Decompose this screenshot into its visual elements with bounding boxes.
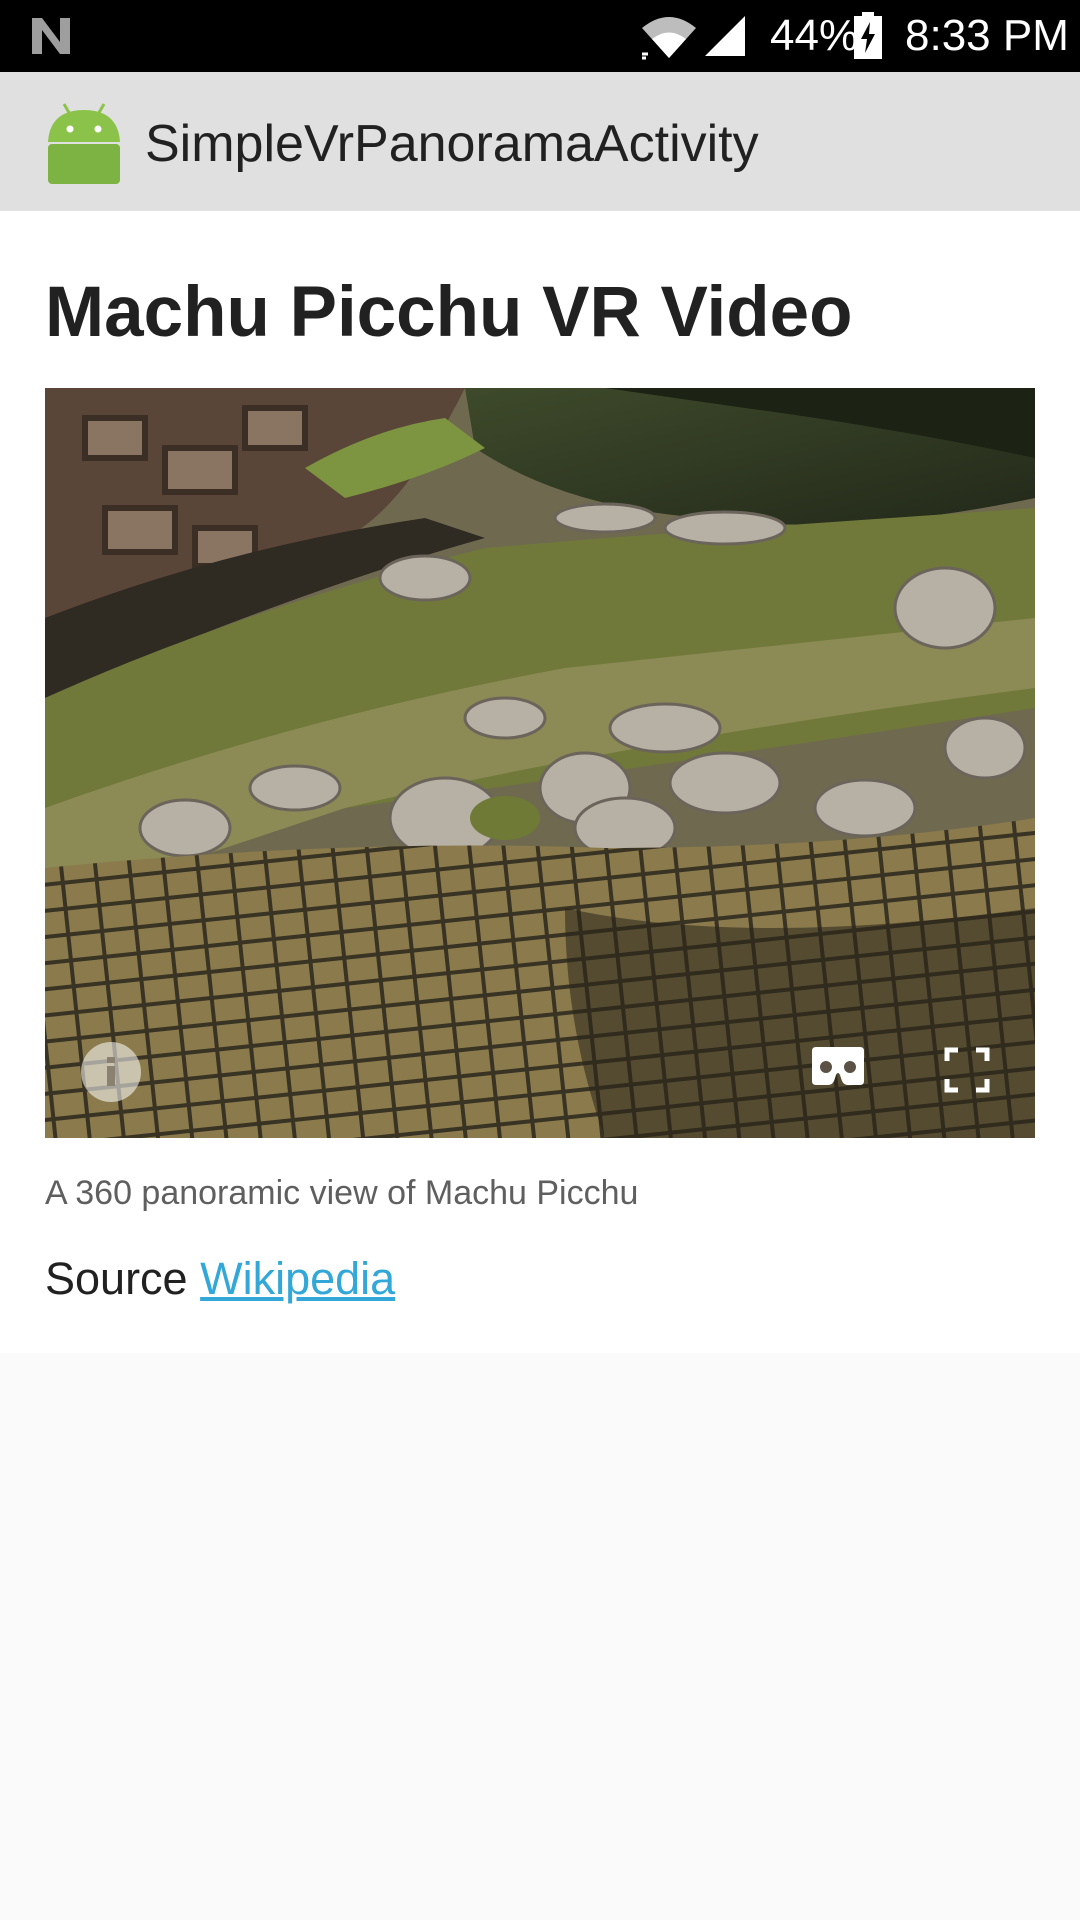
status-bar: 44% 8:33 PM <box>0 0 1080 72</box>
battery-percent: 44% <box>770 11 859 60</box>
source-line: Source Wikipedia <box>45 1252 395 1306</box>
clock: 8:33 PM <box>905 11 1069 60</box>
battery-charging-icon <box>854 12 882 59</box>
signal-icon <box>705 16 745 56</box>
wifi-icon <box>642 17 696 60</box>
app-title: SimpleVrPanoramaActivity <box>145 115 759 173</box>
cardboard-icon[interactable] <box>808 1047 868 1091</box>
panorama-caption: A 360 panoramic view of Machu Picchu <box>45 1174 639 1212</box>
video-title: Machu Picchu VR Video <box>45 273 853 352</box>
app-bar: SimpleVrPanoramaActivity <box>0 72 1080 211</box>
notification-n-icon <box>32 18 70 54</box>
info-icon <box>107 1057 115 1086</box>
info-button[interactable] <box>81 1042 141 1102</box>
content-card: Machu Picchu VR Video A 360 panoramic vi… <box>0 211 1080 1353</box>
wikipedia-link[interactable]: Wikipedia <box>200 1253 395 1304</box>
panorama-image <box>45 388 1035 1138</box>
panorama-view[interactable] <box>45 388 1035 1138</box>
fullscreen-icon[interactable] <box>944 1047 990 1093</box>
android-robot-icon <box>48 103 120 184</box>
source-label: Source <box>45 1253 188 1304</box>
